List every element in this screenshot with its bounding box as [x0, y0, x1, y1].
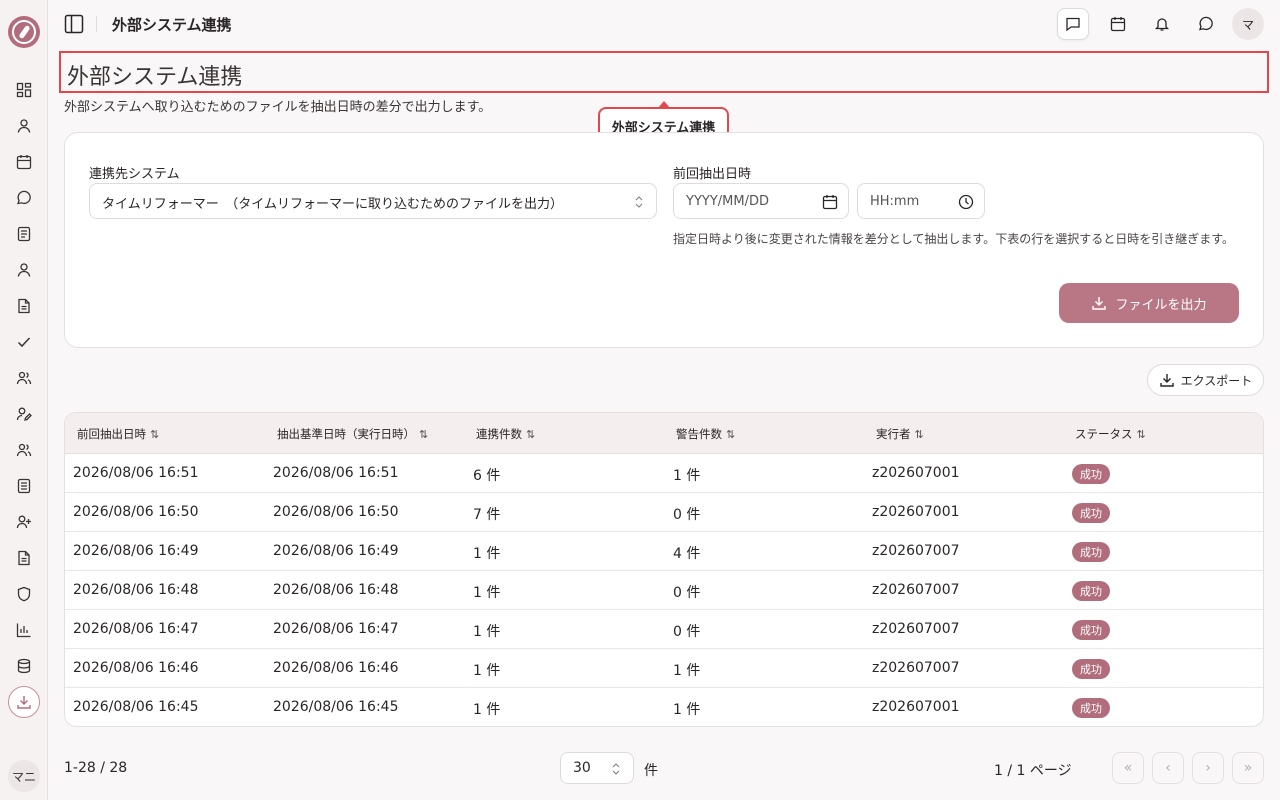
download-icon[interactable]	[16, 694, 32, 710]
status-badge: 成功	[1072, 503, 1110, 523]
user-edit-icon[interactable]	[16, 406, 32, 422]
table-row[interactable]: 2026/08/06 16:46 2026/08/06 16:46 1 件 1 …	[65, 649, 1263, 688]
date-input[interactable]: YYYY/MM/DD	[673, 183, 849, 219]
column-header[interactable]: 抽出基準日時（実行日時） ⇅	[277, 426, 428, 442]
header: 外部システム連携 マ	[48, 0, 1280, 48]
status-badge: 成功	[1072, 659, 1110, 679]
sort-icon: ⇅	[419, 427, 429, 441]
shield-icon[interactable]	[16, 586, 32, 602]
status-badge: 成功	[1072, 581, 1110, 601]
page-size-value: 30	[573, 760, 591, 776]
table-row[interactable]: 2026/08/06 16:49 2026/08/06 16:49 1 件 4 …	[65, 532, 1263, 571]
sort-icon: ⇅	[726, 427, 736, 441]
prev-page-button[interactable]: ‹	[1152, 752, 1184, 784]
page-size-unit: 件	[644, 763, 658, 779]
table-row[interactable]: 2026/08/06 16:47 2026/08/06 16:47 1 件 0 …	[65, 610, 1263, 649]
check-icon[interactable]	[16, 334, 32, 350]
table-row[interactable]: 2026/08/06 16:50 2026/08/06 16:50 7 件 0 …	[65, 493, 1263, 532]
download-icon	[1159, 374, 1174, 387]
chart-icon[interactable]	[16, 622, 32, 638]
users-icon[interactable]	[16, 370, 32, 386]
status-badge: 成功	[1072, 620, 1110, 640]
first-page-button[interactable]: «	[1112, 752, 1144, 784]
table-row[interactable]: 2026/08/06 16:45 2026/08/06 16:45 1 件 1 …	[65, 688, 1263, 726]
chat-button[interactable]	[1057, 8, 1089, 40]
database-icon[interactable]	[16, 658, 32, 674]
pagination-range: 1-28 / 28	[64, 760, 128, 776]
date-placeholder: YYYY/MM/DD	[686, 194, 769, 209]
column-header[interactable]: ステータス ⇅	[1075, 426, 1146, 442]
sort-icon: ⇅	[914, 427, 924, 441]
page-description: 外部システムへ取り込むためのファイルを抽出日時の差分で出力します。	[64, 100, 492, 115]
notification-button[interactable]	[1146, 8, 1178, 40]
dashboard-icon[interactable]	[16, 82, 32, 98]
page-title-highlight: 外部システム連携	[59, 51, 1269, 93]
table-row[interactable]: 2026/08/06 16:51 2026/08/06 16:51 6 件 1 …	[65, 454, 1263, 493]
divider	[96, 16, 97, 32]
column-header[interactable]: 前回抽出日時 ⇅	[77, 426, 159, 442]
user-plus-icon[interactable]	[16, 514, 32, 530]
message-button[interactable]	[1190, 8, 1222, 40]
calendar-icon	[1110, 17, 1126, 32]
hint-text: 指定日時より後に変更された情報を差分として抽出します。下表の行を選択すると日時を…	[673, 232, 1235, 246]
document-icon[interactable]	[16, 226, 32, 242]
system-select[interactable]: タイムリフォーマー （タイムリフォーマーに取り込むためのファイルを出力）	[89, 183, 657, 219]
user-icon[interactable]	[16, 262, 32, 278]
user-icon[interactable]	[16, 118, 32, 134]
output-file-button[interactable]: ファイルを出力	[1059, 283, 1239, 323]
next-page-button[interactable]: ›	[1192, 752, 1224, 784]
list-icon[interactable]	[16, 478, 32, 494]
avatar[interactable]: マ	[1232, 8, 1264, 40]
export-button[interactable]: エクスポート	[1147, 364, 1264, 396]
chevron-updown-icon	[635, 196, 643, 208]
clock-icon[interactable]	[958, 194, 974, 210]
message-icon[interactable]	[16, 190, 32, 206]
page-title: 外部システム連携	[67, 65, 243, 90]
user-badge[interactable]: マニ	[8, 760, 40, 792]
chevron-updown-icon	[612, 763, 620, 775]
time-placeholder: HH:mm	[870, 194, 920, 209]
system-label: 連携先システム	[89, 167, 180, 182]
sort-icon: ⇅	[150, 427, 160, 441]
calendar-icon[interactable]	[16, 154, 32, 170]
history-table: 前回抽出日時 ⇅ 抽出基準日時（実行日時） ⇅ 連携件数 ⇅ 警告件数 ⇅ 実行者 ⇅ ス…	[64, 412, 1264, 727]
time-input[interactable]: HH:mm	[857, 183, 985, 219]
chat-icon	[1066, 17, 1080, 32]
file-icon[interactable]	[16, 298, 32, 314]
app-logo[interactable]	[8, 16, 40, 48]
download-icon	[1092, 297, 1107, 310]
message-icon	[1199, 16, 1213, 31]
export-label: エクスポート	[1180, 373, 1253, 388]
column-header[interactable]: 連携件数 ⇅	[476, 426, 535, 442]
status-badge: 成功	[1072, 464, 1110, 484]
export-form-card: 連携先システム タイムリフォーマー （タイムリフォーマーに取り込むためのファイル…	[64, 132, 1264, 348]
status-badge: 成功	[1072, 542, 1110, 562]
column-header[interactable]: 警告件数 ⇅	[676, 426, 735, 442]
sidebar-toggle-icon[interactable]	[64, 14, 84, 34]
header-title: 外部システム連携	[112, 16, 232, 34]
system-select-value: タイムリフォーマー （タイムリフォーマーに取り込むためのファイルを出力）	[102, 197, 563, 212]
table-header: 前回抽出日時 ⇅ 抽出基準日時（実行日時） ⇅ 連携件数 ⇅ 警告件数 ⇅ 実行者 ⇅ ス…	[65, 413, 1263, 454]
bell-icon	[1154, 18, 1170, 31]
prev-extract-label: 前回抽出日時	[673, 167, 752, 182]
users-icon[interactable]	[16, 442, 32, 458]
status-badge: 成功	[1072, 698, 1110, 718]
compass-icon	[12, 20, 36, 44]
page-size-select[interactable]: 30	[560, 752, 634, 784]
file-icon[interactable]	[16, 550, 32, 566]
sort-icon: ⇅	[1136, 427, 1146, 441]
page-info: 1 / 1 ページ	[994, 763, 1072, 779]
last-page-button[interactable]: »	[1232, 752, 1264, 784]
calendar-icon[interactable]	[822, 194, 838, 210]
table-row[interactable]: 2026/08/06 16:48 2026/08/06 16:48 1 件 0 …	[65, 571, 1263, 610]
column-header[interactable]: 実行者 ⇅	[876, 426, 924, 442]
output-file-label: ファイルを出力	[1115, 297, 1207, 313]
sort-icon: ⇅	[526, 427, 536, 441]
sidebar: マニ	[0, 0, 48, 800]
calendar-button[interactable]	[1102, 8, 1134, 40]
